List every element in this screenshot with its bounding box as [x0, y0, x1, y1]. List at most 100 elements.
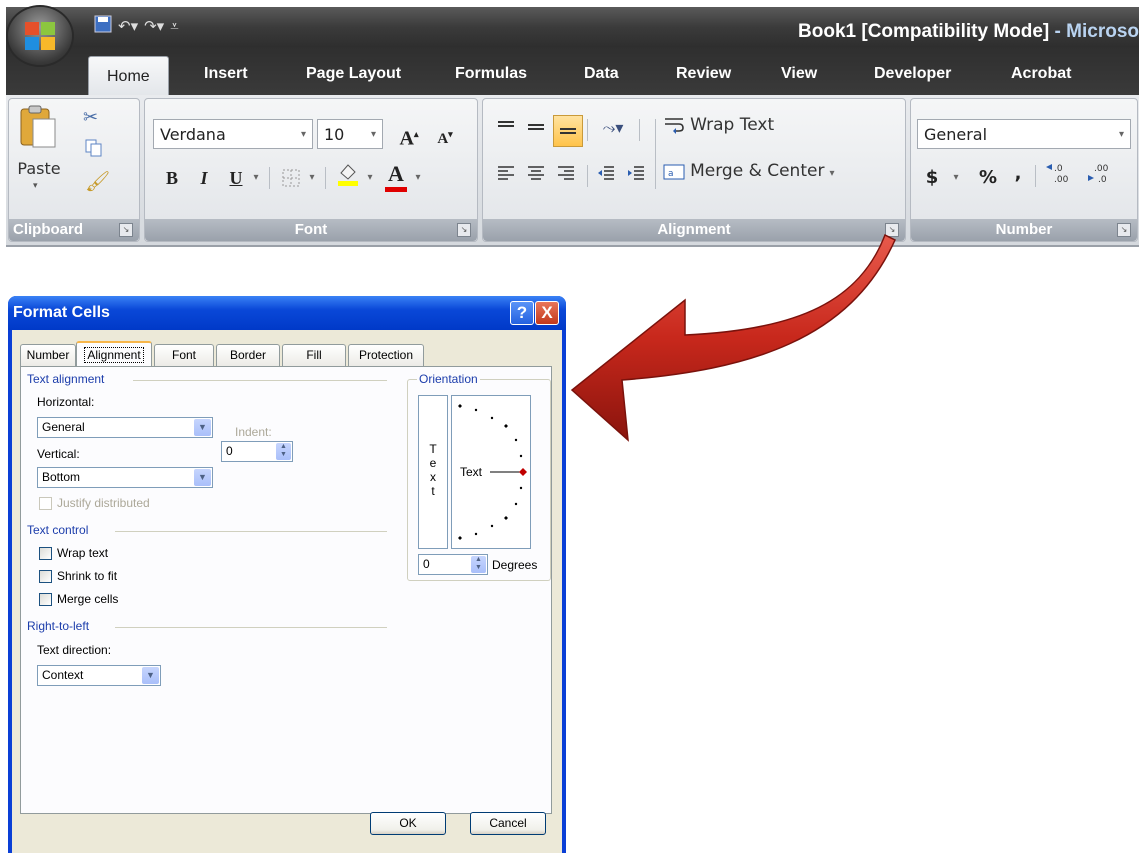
wrap-text-label: Wrap text — [57, 546, 109, 560]
tab-acrobat[interactable]: Acrobat — [1011, 65, 1071, 83]
justify-distributed-checkbox[interactable] — [39, 497, 52, 510]
italic-button[interactable]: I — [191, 163, 217, 193]
decrease-decimal-icon[interactable]: .00.0 — [1083, 161, 1121, 191]
tab-alignment-label: Alignment — [84, 347, 144, 363]
indent-spinner[interactable]: 0 ▲ ▼ — [221, 441, 293, 462]
dialog-title-bar[interactable]: Format Cells ? X — [8, 296, 566, 330]
clipboard-dialog-launcher-icon[interactable]: ↘ — [119, 223, 133, 237]
cancel-button[interactable]: Cancel — [470, 812, 546, 835]
tab-fill[interactable]: Fill — [282, 344, 346, 366]
ribbon-body: Paste ▾ ✂ 🖌 Clipboard ↘ Verdana ▾ 10 ▾ A▴ … — [6, 95, 1139, 247]
tab-formulas[interactable]: Formulas — [455, 65, 527, 83]
alignment-tab-page: Text alignment Horizontal: General ▼ Ind… — [20, 366, 552, 814]
increase-indent-icon[interactable] — [623, 161, 649, 191]
indent-label: Indent: — [235, 425, 272, 439]
top-align-icon[interactable] — [493, 115, 519, 145]
paste-button[interactable]: Paste ▾ — [13, 105, 65, 205]
cut-icon[interactable]: ✂ — [83, 107, 98, 128]
tab-review[interactable]: Review — [676, 65, 731, 83]
horizontal-select[interactable]: General ▼ — [37, 417, 213, 438]
save-icon[interactable] — [94, 15, 112, 37]
text-direction-select[interactable]: Context ▼ — [37, 665, 161, 686]
ok-button[interactable]: OK — [370, 812, 446, 835]
font-color-dropdown-icon[interactable]: ▾ — [411, 163, 425, 193]
merge-cells-checkbox[interactable] — [39, 593, 52, 606]
bold-button[interactable]: B — [159, 163, 185, 193]
alignment-separator — [655, 119, 656, 189]
customize-qat-icon[interactable]: ⩡ — [170, 17, 178, 35]
underline-button[interactable]: U — [223, 163, 249, 193]
orientation-dial[interactable]: Text — [451, 395, 531, 549]
percent-button[interactable]: % — [975, 163, 1001, 193]
currency-dropdown-icon[interactable]: ▾ — [949, 163, 963, 193]
chevron-down-icon: ▼ — [142, 667, 159, 684]
tab-alignment[interactable]: Alignment — [76, 341, 152, 368]
paste-label: Paste — [17, 159, 61, 178]
degrees-spinner[interactable]: 0 ▲ ▼ — [418, 554, 488, 575]
tab-developer[interactable]: Developer — [874, 65, 951, 83]
spinner-arrows-icon[interactable]: ▲ ▼ — [471, 556, 486, 573]
help-button[interactable]: ? — [510, 301, 534, 325]
number-dialog-launcher-icon[interactable]: ↘ — [1117, 223, 1131, 237]
font-size-combo[interactable]: 10 ▾ — [317, 119, 383, 149]
orientation-icon[interactable]: ⤳▾ — [593, 113, 633, 143]
borders-dropdown-icon[interactable]: ▾ — [305, 163, 319, 193]
redo-icon[interactable]: ↷▾ — [144, 17, 164, 35]
paste-dropdown-icon: ▾ — [33, 181, 38, 191]
middle-align-icon[interactable] — [523, 115, 549, 145]
shrink-to-fit-checkbox[interactable] — [39, 570, 52, 583]
close-button[interactable]: X — [535, 301, 559, 325]
bottom-align-icon[interactable] — [553, 115, 583, 147]
format-painter-icon[interactable]: 🖌 — [85, 169, 110, 193]
wrap-text-checkbox[interactable] — [39, 547, 52, 560]
chevron-down-icon: ▾ — [1118, 129, 1124, 140]
vertical-text-button[interactable]: T e x t — [418, 395, 448, 549]
merge-center-icon: a — [663, 164, 685, 179]
tab-data[interactable]: Data — [584, 65, 619, 83]
tab-font[interactable]: Font — [154, 344, 214, 366]
align-left-icon[interactable] — [493, 161, 519, 191]
wrap-text-button[interactable]: Wrap Text — [663, 115, 774, 145]
font-separator — [325, 167, 326, 189]
borders-icon[interactable] — [277, 163, 305, 193]
tab-home[interactable]: Home — [88, 56, 169, 96]
comma-button[interactable]: , — [1007, 159, 1029, 189]
merge-cells-label: Merge cells — [57, 592, 119, 606]
spinner-arrows-icon[interactable]: ▲ ▼ — [276, 443, 291, 460]
tab-protection[interactable]: Protection — [348, 344, 424, 366]
shrink-font-button[interactable]: A▾ — [429, 119, 461, 149]
increase-decimal-icon[interactable]: .0.00 — [1041, 161, 1079, 191]
ribbon-tab-row: Home Insert Page Layout Formulas Data Re… — [6, 47, 1139, 96]
tab-page-layout[interactable]: Page Layout — [306, 65, 401, 83]
degrees-value: 0 — [423, 557, 430, 571]
alignment-group: ⤳▾ Wrap Text a Merge & Center ▾ Alignmen… — [482, 98, 906, 242]
merge-center-button[interactable]: a Merge & Center ▾ — [663, 161, 835, 191]
font-color-button[interactable]: A — [381, 159, 411, 192]
section-divider — [133, 380, 387, 381]
tab-border[interactable]: Border — [216, 344, 280, 366]
number-format-combo[interactable]: General ▾ — [917, 119, 1131, 149]
chevron-down-icon: ▼ — [194, 419, 211, 436]
vertical-select[interactable]: Bottom ▼ — [37, 467, 213, 488]
font-dialog-launcher-icon[interactable]: ↘ — [457, 223, 471, 237]
undo-icon[interactable]: ↶▾ — [118, 17, 138, 35]
tab-view[interactable]: View — [781, 65, 817, 83]
decrease-indent-icon[interactable] — [593, 161, 619, 191]
font-name-combo[interactable]: Verdana ▾ — [153, 119, 313, 149]
tab-insert[interactable]: Insert — [204, 65, 248, 83]
fill-color-icon[interactable] — [333, 161, 363, 191]
font-group-label: Font — [145, 219, 477, 241]
merge-center-label: Merge & Center — [690, 161, 825, 181]
align-right-icon[interactable] — [553, 161, 579, 191]
fill-color-dropdown-icon[interactable]: ▾ — [363, 163, 377, 193]
currency-button[interactable]: $ — [921, 163, 943, 193]
text-direction-label: Text direction: — [37, 643, 112, 657]
grow-font-button[interactable]: A▴ — [393, 119, 425, 150]
align-center-icon[interactable] — [523, 161, 549, 191]
copy-icon[interactable] — [85, 139, 102, 157]
tab-number[interactable]: Number — [20, 344, 76, 366]
office-button[interactable] — [8, 7, 72, 65]
clipboard-group: Paste ▾ ✂ 🖌 Clipboard ↘ — [8, 98, 140, 242]
underline-dropdown-icon[interactable]: ▾ — [249, 163, 263, 193]
svg-text:.0: .0 — [1098, 175, 1107, 185]
